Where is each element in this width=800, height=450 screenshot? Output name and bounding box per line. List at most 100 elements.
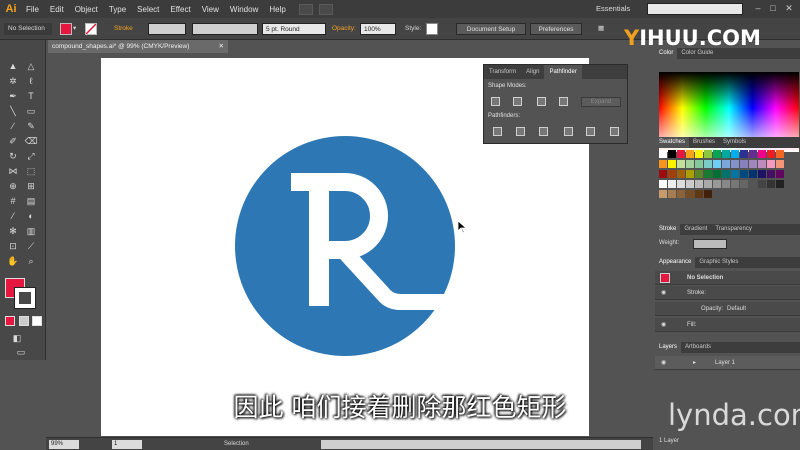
- swatch[interactable]: [758, 170, 766, 178]
- swatch[interactable]: [704, 160, 712, 168]
- trim-icon[interactable]: [516, 127, 525, 136]
- width-tool-icon[interactable]: ⋈: [6, 165, 20, 177]
- swatch[interactable]: [740, 150, 748, 158]
- layer-name[interactable]: Layer 1: [715, 360, 735, 366]
- swatch[interactable]: [740, 180, 748, 188]
- swatch[interactable]: [758, 150, 766, 158]
- swatch[interactable]: [686, 180, 694, 188]
- fill-dropdown-icon[interactable]: ▾: [73, 23, 79, 35]
- hand-tool-icon[interactable]: ✋: [6, 255, 20, 267]
- none-mode-icon[interactable]: [32, 316, 42, 326]
- search-input[interactable]: [647, 3, 743, 15]
- unite-icon[interactable]: [491, 97, 500, 106]
- swatch[interactable]: [776, 150, 784, 158]
- shape-builder-tool-icon[interactable]: ⊕: [6, 180, 20, 192]
- eraser-tool-icon[interactable]: ⌫: [24, 135, 38, 147]
- type-tool-icon[interactable]: T: [24, 90, 38, 102]
- document-setup-button[interactable]: Document Setup: [456, 23, 526, 35]
- appearance-opacity-label[interactable]: Opacity:: [701, 306, 723, 312]
- swatch[interactable]: [713, 160, 721, 168]
- menu-window[interactable]: Window: [230, 5, 258, 14]
- horizontal-scrollbar[interactable]: [321, 440, 641, 449]
- close-icon[interactable]: ✕: [783, 3, 795, 14]
- rotate-tool-icon[interactable]: ↻: [6, 150, 20, 162]
- swatch[interactable]: [776, 170, 784, 178]
- selection-tool-icon[interactable]: ▲: [6, 60, 20, 72]
- swatch[interactable]: [668, 180, 676, 188]
- swatch[interactable]: [677, 190, 685, 198]
- swatch[interactable]: [713, 170, 721, 178]
- tab-stroke[interactable]: Stroke: [655, 224, 681, 235]
- swatch[interactable]: [659, 150, 667, 158]
- eyedropper-tool-icon[interactable]: ⁄: [6, 210, 20, 222]
- fill-eye-icon[interactable]: ◉: [661, 321, 666, 328]
- swatch[interactable]: [731, 170, 739, 178]
- visibility-eye-icon[interactable]: ◉: [661, 289, 666, 296]
- swatch[interactable]: [668, 150, 676, 158]
- column-graph-tool-icon[interactable]: ▥: [24, 225, 38, 237]
- swatch[interactable]: [713, 180, 721, 188]
- pen-tool-icon[interactable]: ✒: [6, 90, 20, 102]
- swatch[interactable]: [677, 150, 685, 158]
- tab-appearance[interactable]: Appearance: [655, 257, 696, 268]
- swatch[interactable]: [758, 180, 766, 188]
- swatch[interactable]: [677, 170, 685, 178]
- menu-view[interactable]: View: [202, 5, 219, 14]
- opacity-field[interactable]: 100%: [360, 23, 396, 35]
- expand-button[interactable]: Expand: [581, 97, 621, 107]
- direct-selection-tool-icon[interactable]: △: [24, 60, 38, 72]
- swatch[interactable]: [731, 150, 739, 158]
- blob-brush-tool-icon[interactable]: ✐: [6, 135, 20, 147]
- tab-align[interactable]: Align: [521, 65, 544, 79]
- tab-transparency[interactable]: Transparency: [711, 224, 755, 235]
- swatch[interactable]: [704, 170, 712, 178]
- tab-artboards[interactable]: Artboards: [681, 342, 715, 353]
- stroke-color-box[interactable]: [14, 287, 36, 309]
- swatch[interactable]: [659, 180, 667, 188]
- weight-field[interactable]: [693, 239, 727, 249]
- stroke-weight-field[interactable]: [148, 23, 186, 35]
- appearance-fill-row[interactable]: ◉ Fill:: [655, 318, 800, 332]
- swatch[interactable]: [677, 180, 685, 188]
- menu-select[interactable]: Select: [137, 5, 159, 14]
- swatch[interactable]: [776, 160, 784, 168]
- fill-swatch[interactable]: [60, 23, 72, 35]
- tab-graphic-styles[interactable]: Graphic Styles: [695, 257, 742, 268]
- tab-transform[interactable]: Transform: [484, 65, 521, 79]
- variable-width-profile[interactable]: [192, 23, 258, 35]
- menu-effect[interactable]: Effect: [170, 5, 190, 14]
- swatch[interactable]: [704, 190, 712, 198]
- current-tool-status[interactable]: Selection: [224, 440, 249, 449]
- swatch[interactable]: [686, 150, 694, 158]
- swatch[interactable]: [740, 170, 748, 178]
- stroke-swatch[interactable]: [85, 23, 97, 35]
- swatch[interactable]: [659, 170, 667, 178]
- swatch[interactable]: [776, 180, 784, 188]
- exclude-icon[interactable]: [559, 97, 568, 106]
- rectangle-tool-icon[interactable]: ▭: [24, 105, 38, 117]
- maximize-icon[interactable]: □: [767, 3, 779, 14]
- swatch[interactable]: [686, 160, 694, 168]
- swatch[interactable]: [668, 160, 676, 168]
- blend-tool-icon[interactable]: ◐: [24, 210, 38, 222]
- pencil-tool-icon[interactable]: ✎: [24, 120, 38, 132]
- tab-pathfinder[interactable]: Pathfinder: [544, 65, 582, 79]
- outline-icon[interactable]: [586, 127, 595, 136]
- minimize-icon[interactable]: –: [752, 3, 764, 14]
- appearance-opacity-row[interactable]: Opacity: Default: [655, 302, 800, 316]
- scale-tool-icon[interactable]: ⤢: [24, 150, 38, 162]
- perspective-grid-tool-icon[interactable]: ⊞: [24, 180, 38, 192]
- swatch[interactable]: [731, 160, 739, 168]
- crop-icon[interactable]: [564, 127, 573, 136]
- color-mode-icon[interactable]: [5, 316, 15, 326]
- merge-icon[interactable]: [539, 127, 548, 136]
- swatch[interactable]: [749, 160, 757, 168]
- swatch[interactable]: [704, 150, 712, 158]
- swatch[interactable]: [767, 180, 775, 188]
- swatch[interactable]: [659, 160, 667, 168]
- layer-row[interactable]: ◉ ▸ Layer 1: [655, 356, 800, 370]
- swatch[interactable]: [695, 150, 703, 158]
- zoom-field[interactable]: 99%: [49, 440, 79, 449]
- menu-help[interactable]: Help: [269, 5, 285, 14]
- line-tool-icon[interactable]: ╲: [6, 105, 20, 117]
